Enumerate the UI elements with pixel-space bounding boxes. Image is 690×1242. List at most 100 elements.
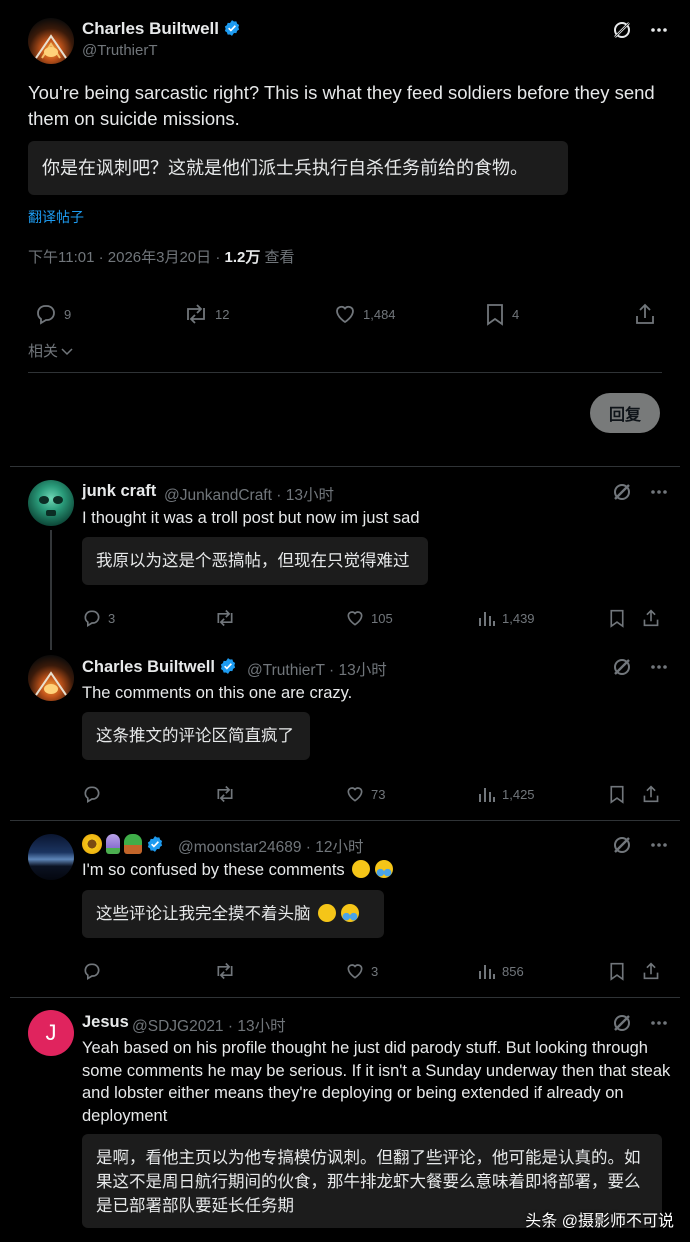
reply-icon bbox=[84, 963, 100, 980]
like-action[interactable]: 73 bbox=[345, 784, 385, 804]
like-count: 105 bbox=[371, 610, 393, 626]
reply-handle[interactable]: @TruthierT · 13小时 bbox=[247, 658, 387, 680]
bookmark-action[interactable] bbox=[608, 608, 626, 628]
bookmark-icon bbox=[487, 304, 503, 326]
like-count: 3 bbox=[371, 963, 379, 979]
reply-text: I thought it was a troll post but now im… bbox=[82, 509, 420, 527]
views-action[interactable]: 1,439 bbox=[478, 608, 535, 628]
reply-author[interactable]: junk craft bbox=[82, 482, 156, 501]
timestamp[interactable]: 下午11:01 · 2026年3月20日 · bbox=[28, 249, 224, 266]
reply-action[interactable] bbox=[82, 961, 102, 981]
heart-icon bbox=[347, 787, 363, 802]
views-count: 1,439 bbox=[502, 610, 535, 626]
analytics-icon bbox=[479, 788, 495, 802]
translation-box: 我原以为这是个恶搞帖，但现在只觉得难过 bbox=[82, 537, 428, 585]
repost-action[interactable] bbox=[214, 608, 236, 628]
reply-action[interactable] bbox=[82, 784, 102, 804]
repost-icon bbox=[217, 962, 233, 980]
chevron-down-icon bbox=[61, 347, 73, 355]
repost-action[interactable]: 12 bbox=[183, 302, 229, 326]
reply-count: 3 bbox=[108, 610, 116, 626]
related-label: 相关 bbox=[28, 343, 59, 360]
views-count: 856 bbox=[502, 963, 524, 979]
like-action[interactable]: 105 bbox=[345, 608, 393, 628]
bookmark-action[interactable] bbox=[608, 784, 626, 804]
campfire-icon bbox=[35, 34, 67, 59]
reply-author-emojis[interactable] bbox=[82, 834, 164, 854]
section-divider bbox=[10, 820, 680, 821]
repost-icon bbox=[217, 609, 233, 627]
translation-box: 这些评论让我完全摸不着头脑 bbox=[82, 890, 384, 938]
share-action[interactable] bbox=[634, 302, 656, 326]
translation-text: 我原以为这是个恶搞帖，但现在只觉得难过 bbox=[96, 552, 410, 570]
like-count: 1,484 bbox=[363, 306, 396, 322]
reply-icon bbox=[84, 610, 100, 627]
grok-icon[interactable] bbox=[612, 657, 632, 677]
reply-action[interactable]: 3 bbox=[82, 608, 115, 628]
analytics-icon bbox=[479, 965, 495, 979]
translate-post-link[interactable]: 翻译帖子 bbox=[28, 207, 84, 227]
source-watermark: 头条 @摄影师不可说 bbox=[525, 1213, 674, 1230]
grok-icon[interactable] bbox=[612, 20, 632, 40]
share-icon bbox=[643, 962, 659, 980]
reply-action[interactable]: 9 bbox=[34, 302, 71, 326]
like-action[interactable]: 1,484 bbox=[333, 302, 396, 326]
potted-plant-icon bbox=[124, 834, 142, 854]
reply-avatar[interactable] bbox=[28, 480, 74, 526]
more-options-icon[interactable] bbox=[650, 664, 668, 670]
share-action[interactable] bbox=[642, 961, 660, 981]
bookmark-icon bbox=[610, 962, 624, 981]
views-action[interactable]: 1,425 bbox=[478, 784, 535, 804]
like-action[interactable]: 3 bbox=[345, 961, 378, 981]
translation-text: 这些评论让我完全摸不着头脑 bbox=[96, 905, 311, 923]
translation-box: 你是在讽刺吧？这就是他们派士兵执行自杀任务前给的食物。 bbox=[28, 141, 568, 195]
more-options-icon[interactable] bbox=[650, 27, 668, 33]
heart-icon bbox=[347, 964, 363, 979]
sunflower-icon bbox=[82, 834, 102, 854]
reply-avatar[interactable] bbox=[28, 655, 74, 701]
share-icon bbox=[643, 785, 659, 803]
repost-icon bbox=[217, 785, 233, 803]
grok-icon[interactable] bbox=[612, 482, 632, 502]
translation-text: 是啊，看他主页以为他专搞模仿讽刺。但翻了些评论，他可能是认真的。如果这不是周日航… bbox=[96, 1149, 641, 1215]
author-name[interactable]: Charles Builtwell bbox=[82, 19, 241, 39]
more-options-icon[interactable] bbox=[650, 842, 668, 848]
section-divider bbox=[10, 466, 680, 467]
views-count: 1,425 bbox=[502, 786, 535, 802]
repost-action[interactable] bbox=[214, 961, 236, 981]
repost-count: 12 bbox=[215, 306, 230, 322]
views-label: 查看 bbox=[260, 249, 295, 266]
grok-icon[interactable] bbox=[612, 1013, 632, 1033]
author-handle[interactable]: @TruthierT bbox=[82, 42, 158, 59]
views-action[interactable]: 856 bbox=[478, 961, 524, 981]
share-action[interactable] bbox=[642, 608, 660, 628]
reply-button[interactable]: 回复 bbox=[590, 393, 660, 433]
author-avatar[interactable] bbox=[28, 18, 74, 64]
analytics-icon bbox=[479, 612, 495, 626]
bookmark-action[interactable]: 4 bbox=[484, 302, 519, 326]
reply-avatar[interactable]: J bbox=[28, 1010, 74, 1056]
reply-handle[interactable]: @SDJG2021 · 13小时 bbox=[132, 1014, 286, 1036]
bookmark-icon bbox=[610, 609, 624, 628]
avatar-letter: J bbox=[45, 1020, 57, 1045]
bookmark-action[interactable] bbox=[608, 961, 626, 981]
repost-icon bbox=[187, 304, 205, 324]
reply-avatar[interactable] bbox=[28, 834, 74, 880]
hyacinth-icon bbox=[106, 834, 120, 854]
reply-author[interactable]: Charles Builtwell bbox=[82, 657, 237, 677]
share-action[interactable] bbox=[642, 784, 660, 804]
reply-author[interactable]: Jesus bbox=[82, 1013, 129, 1032]
repost-action[interactable] bbox=[214, 784, 236, 804]
reply-text: I'm so confused by these comments bbox=[82, 859, 393, 881]
more-options-icon[interactable] bbox=[650, 489, 668, 495]
reply-handle[interactable]: @JunkandCraft · 13小时 bbox=[164, 483, 334, 505]
related-toggle[interactable]: 相关 bbox=[28, 340, 74, 361]
campfire-icon bbox=[35, 671, 67, 696]
reply-handle[interactable]: @moonstar24689 · 12小时 bbox=[178, 835, 363, 857]
thread-connector-line bbox=[50, 530, 52, 650]
grok-icon[interactable] bbox=[612, 835, 632, 855]
heart-icon bbox=[336, 305, 354, 324]
more-options-icon[interactable] bbox=[650, 1020, 668, 1026]
translation-box: 这条推文的评论区简直疯了 bbox=[82, 712, 310, 760]
crying-face-icon bbox=[374, 860, 393, 878]
